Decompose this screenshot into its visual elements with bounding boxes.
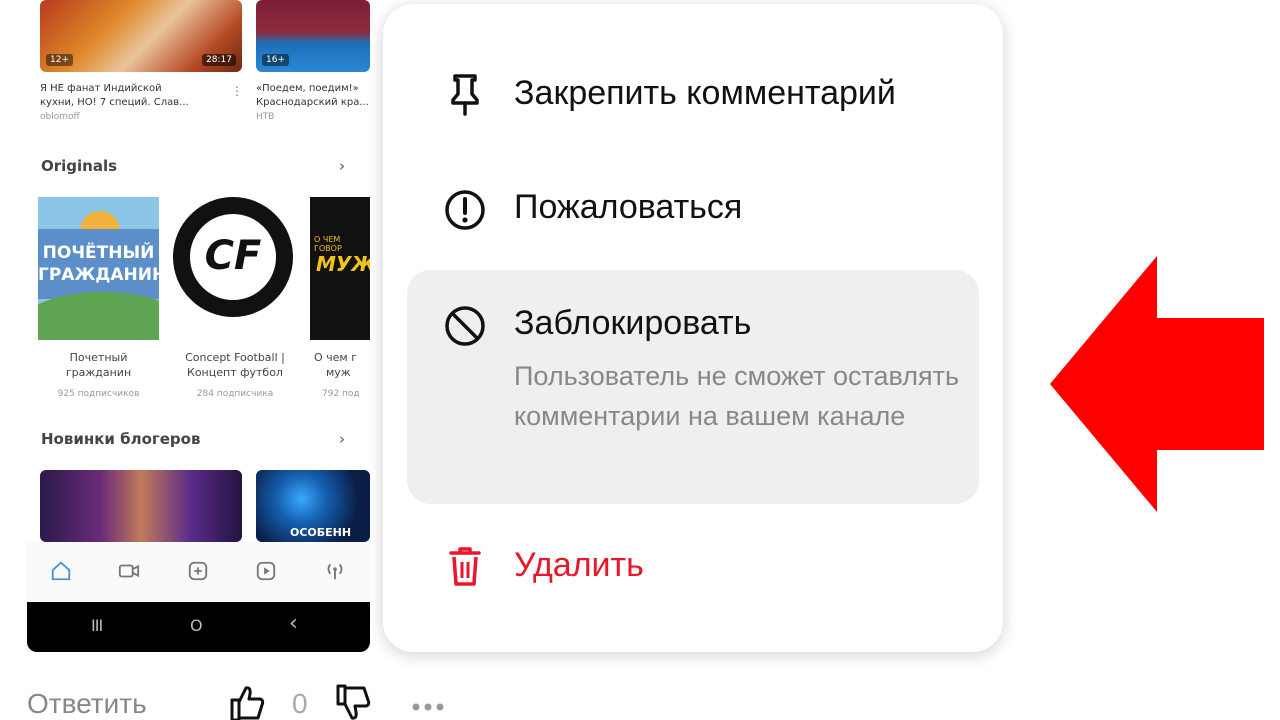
broadcast-icon[interactable] <box>323 560 347 584</box>
channel-card-art[interactable]: CF <box>172 197 296 340</box>
back-button[interactable]: ‹ <box>289 611 298 636</box>
add-icon[interactable] <box>186 560 210 584</box>
video-thumbnail[interactable]: 12+ 28:17 <box>40 0 242 72</box>
video-title-line[interactable]: Я НЕ фанат Индийской <box>40 82 162 95</box>
home-icon[interactable] <box>49 560 73 584</box>
channel-name[interactable]: Почетный гражданин <box>38 350 159 380</box>
age-badge: 16+ <box>262 54 289 66</box>
section-title-new-bloggers: Новинки блогеров <box>41 430 201 448</box>
card-art-text: CF <box>204 233 262 279</box>
channel-name-line: гражданин <box>65 366 132 379</box>
video-thumbnail[interactable]: ОСОБЕНН <box>256 470 370 542</box>
block-icon <box>445 306 485 346</box>
more-dots-icon[interactable] <box>410 700 446 714</box>
menu-item-label: Удалить <box>514 546 644 584</box>
age-badge: 12+ <box>46 54 73 66</box>
kebab-menu-icon[interactable]: ⋮ <box>231 85 243 97</box>
channel-name-line: Concept Football | <box>185 351 285 364</box>
section-title-originals: Originals <box>41 157 118 175</box>
card-art-small-text: О ЧЕМ ГОВОР <box>314 235 342 253</box>
video-thumbnail[interactable]: 16+ <box>256 0 370 72</box>
pin-comment-item[interactable]: Закрепить комментарий <box>407 44 979 144</box>
channel-subscribers: 792 под <box>322 389 360 399</box>
trash-icon <box>449 547 481 586</box>
like-icon[interactable] <box>228 684 266 720</box>
likes-count: 0 <box>292 688 308 719</box>
video-channel: НТВ <box>256 112 275 122</box>
red-arrow-pointer <box>1050 256 1264 512</box>
delete-item[interactable]: Удалить <box>407 514 979 624</box>
channel-name-line: Почетный <box>69 351 128 364</box>
pin-icon <box>451 74 479 116</box>
menu-item-label: Заблокировать <box>514 304 752 342</box>
chevron-right-icon[interactable]: › <box>339 157 345 175</box>
card-art-text: МУЖ <box>316 252 370 276</box>
menu-item-label: Пожаловаться <box>514 188 743 226</box>
report-icon <box>445 190 485 230</box>
channel-card-art[interactable]: ПОЧЁТНЫЙ ГРАЖДАНИН <box>38 197 159 340</box>
recent-apps-button[interactable]: III <box>91 616 103 635</box>
play-icon[interactable] <box>254 560 278 584</box>
channel-subscribers: 284 подписчика <box>196 389 274 399</box>
channel-name[interactable]: Concept Football | Концепт футбол <box>173 350 297 380</box>
card-art-text: ПОЧЁТНЫЙ ГРАЖДАНИН <box>38 243 159 285</box>
video-title-line[interactable]: Краснодарский кра... <box>256 96 369 109</box>
channel-name-line: муж <box>326 366 351 379</box>
system-navigation-bar: III O ‹ <box>27 602 370 652</box>
hill-shape <box>38 292 159 340</box>
menu-item-label: Закрепить комментарий <box>514 74 896 112</box>
block-user-item[interactable]: Заблокировать Пользователь не сможет ост… <box>407 270 979 504</box>
app-screenshot: 12+ 28:17 16+ Я НЕ фанат Индийской кухни… <box>27 0 370 652</box>
report-item[interactable]: Пожаловаться <box>407 154 979 264</box>
channel-name-line: О чем г <box>314 351 357 364</box>
menu-item-description: Пользователь не сможет оставлять коммент… <box>514 361 960 431</box>
chevron-right-icon[interactable]: › <box>339 430 345 448</box>
reply-button[interactable]: Ответить <box>27 688 147 720</box>
dislike-icon[interactable] <box>334 684 372 720</box>
duration-badge: 28:17 <box>202 54 236 66</box>
video-title-line[interactable]: кухни, НО! 7 специй. Слав... <box>40 96 189 109</box>
channel-name-line: Концепт футбол <box>187 366 283 379</box>
home-button[interactable]: O <box>190 616 203 635</box>
comment-context-menu: Закрепить комментарий Пожаловаться Забло… <box>383 4 1003 652</box>
channel-card-art[interactable]: О ЧЕМ ГОВОР МУЖ <box>310 197 370 340</box>
channel-name[interactable]: О чем г муж <box>314 350 370 380</box>
camera-icon[interactable] <box>117 560 141 584</box>
video-channel: oblomoff <box>40 112 80 122</box>
channel-subscribers: 925 подписчиков <box>57 389 140 399</box>
video-title-line[interactable]: «Поедем, поедим!» <box>256 82 359 95</box>
video-thumbnail[interactable] <box>40 470 242 542</box>
thumbnail-text: ОСОБЕНН <box>290 526 352 539</box>
bottom-tab-bar <box>27 542 370 602</box>
